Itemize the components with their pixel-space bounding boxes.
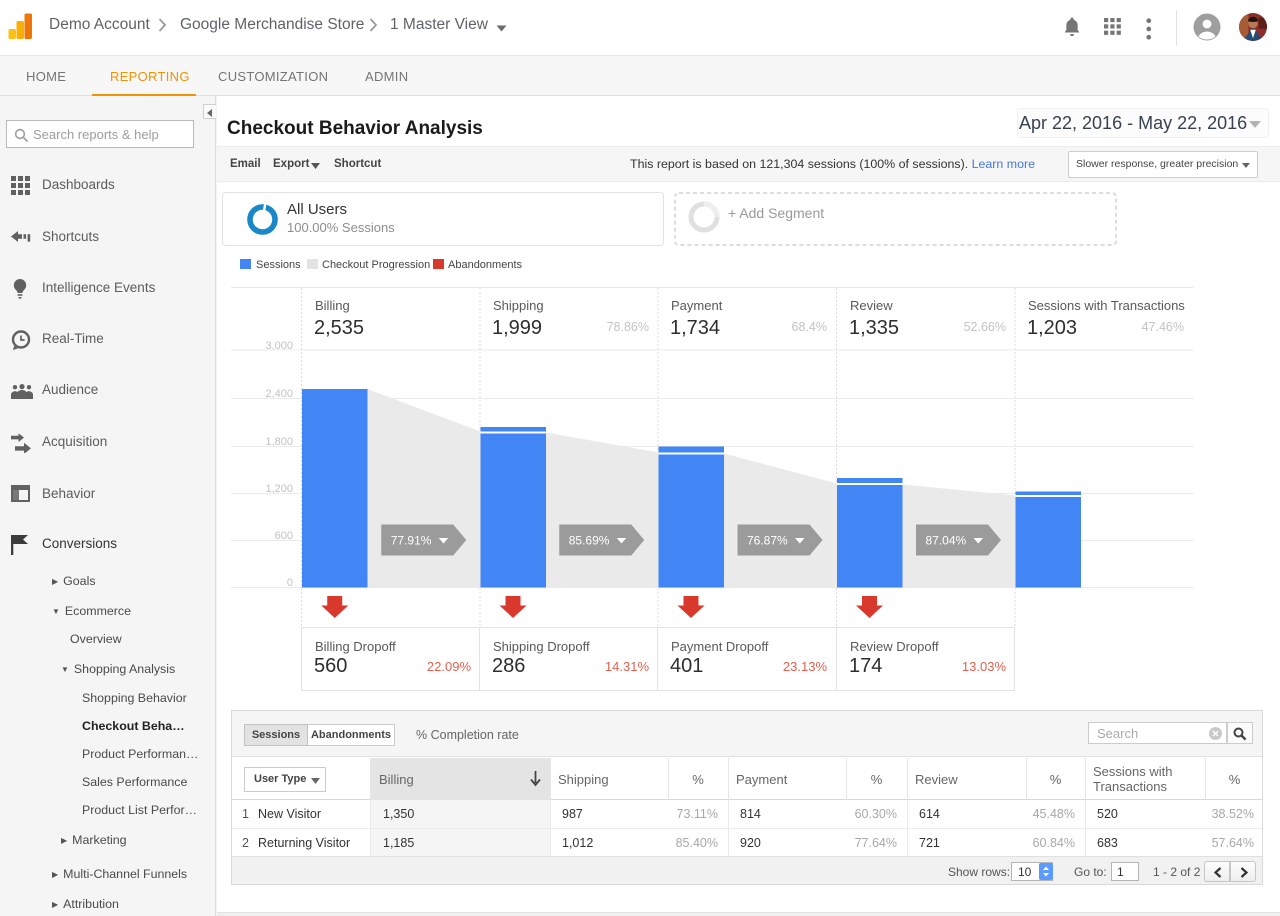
svg-text:87.04%: 87.04% — [926, 534, 967, 548]
svg-text:77.91%: 77.91% — [391, 534, 432, 548]
svg-text:85.69%: 85.69% — [569, 534, 610, 548]
svg-text:76.87%: 76.87% — [747, 534, 788, 548]
